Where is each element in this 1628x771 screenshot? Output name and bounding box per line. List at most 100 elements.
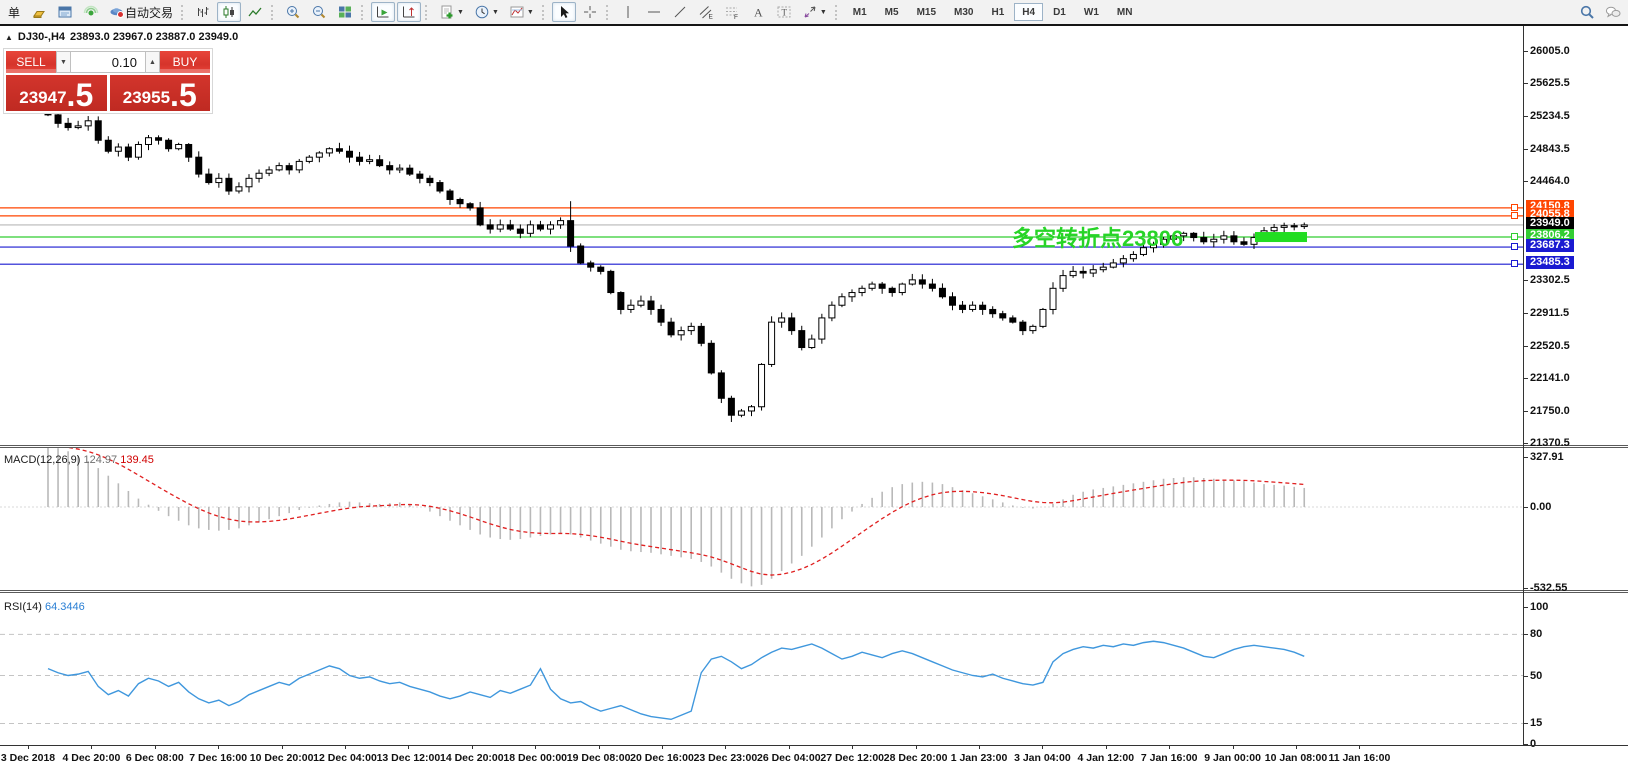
toolbar-group-new-objects: ▼ ▼ ▼ [434,0,539,24]
shift-icon [401,4,417,20]
candles-icon [221,4,237,20]
cursor-icon [556,4,572,20]
price-axis[interactable]: 26005.025625.525234.524843.524464.023302… [1524,26,1628,771]
trend-annotation-text[interactable]: 多空转折点23806 [1012,221,1183,253]
date-tick-label: 27 Dec 12:00 [820,752,884,764]
rsi-tick-label: 50 [1530,670,1542,682]
tile-windows-button[interactable] [333,2,357,22]
trendline-button[interactable] [668,2,692,22]
dropdown-arrow-icon[interactable]: ▼ [820,9,827,16]
tf-h1[interactable]: H1 [983,3,1012,21]
bar-chart-button[interactable] [191,2,215,22]
new-chart-button[interactable]: ▼ [435,2,468,22]
date-tick-mark [1233,746,1234,749]
price-tick-label: 22911.5 [1530,307,1569,319]
price-tick-label: 25234.5 [1530,110,1570,122]
templates-button[interactable]: ▼ [505,2,538,22]
volume-down-button[interactable]: ▼ [56,51,71,73]
toolbar-group-pointer [551,0,603,24]
toolbar-group-grip [361,5,365,20]
buy-price-box[interactable]: 23955.5 [110,75,211,111]
search-button[interactable] [1575,2,1599,22]
price-tick-label: 22520.5 [1530,340,1570,352]
rsi-pane[interactable]: RSI(14) 64.3446 [0,593,1523,745]
price-tick-mark [1524,181,1528,182]
search-icon [1579,4,1595,20]
autoscroll-icon [375,4,391,20]
new-order-button[interactable]: 单 [3,2,25,22]
volume-input[interactable] [71,51,145,73]
tf-w1[interactable]: W1 [1076,3,1107,21]
fibonacci-button[interactable]: F [720,2,744,22]
buy-button[interactable]: BUY [160,51,210,73]
price-tick-label: 24464.0 [1530,175,1570,187]
tf-m5[interactable]: M5 [877,3,907,21]
tf-m30[interactable]: M30 [946,3,981,21]
main-chart-pane[interactable]: ▲ DJ30-,H4 23893.0 23967.0 23887.0 23949… [0,26,1523,445]
periods-button[interactable]: ▼ [470,2,503,22]
tf-d1[interactable]: D1 [1045,3,1074,21]
line-chart-button[interactable] [243,2,267,22]
macd-tick-mark [1524,588,1528,589]
hat-icon [109,4,125,20]
equidistant-channel-button[interactable]: E [694,2,718,22]
vertical-line-button[interactable] [616,2,640,22]
date-tick-mark [218,746,219,749]
autoscroll-button[interactable] [371,2,395,22]
terminal-window-button[interactable] [53,2,77,22]
signals-button[interactable] [79,2,103,22]
rsi-label: RSI(14) 64.3446 [4,601,85,613]
dropdown-arrow-icon[interactable]: ▼ [457,9,464,16]
price-tick-mark [1524,411,1528,412]
date-tick-mark [725,746,726,749]
chat-icon [1605,4,1621,20]
dropdown-arrow-icon[interactable]: ▼ [527,9,534,16]
date-tick-label: 6 Dec 08:00 [126,752,184,764]
textlabel-icon: T [776,4,792,20]
horizontal-line-button[interactable] [642,2,666,22]
candlestick-chart-button[interactable] [217,2,241,22]
macd-pane[interactable]: MACD(12,26,9) 124.97 139.45 [0,448,1523,590]
signal-icon [83,4,99,20]
text-button[interactable]: A [746,2,770,22]
zoom-in-button[interactable] [281,2,305,22]
toolbar-group-zoom [280,0,358,24]
date-tick-label: 14 Dec 20:00 [440,752,504,764]
zoom-out-button[interactable] [307,2,331,22]
tf-h4[interactable]: H4 [1014,3,1043,21]
crosshair-button[interactable] [578,2,602,22]
arrows-button[interactable]: ▼ [798,2,831,22]
chat-button[interactable] [1601,2,1625,22]
tf-m15[interactable]: M15 [909,3,944,21]
dropdown-arrow-icon[interactable]: ▼ [492,9,499,16]
level-anchor-marker[interactable] [1511,212,1518,219]
chart-shift-button[interactable] [397,2,421,22]
tf-m1[interactable]: M1 [845,3,875,21]
sell-button[interactable]: SELL [6,51,56,73]
volume-up-button[interactable]: ▲ [145,51,160,73]
toolbar-group-grip [835,5,839,20]
level-anchor-marker[interactable] [1511,233,1518,240]
level-anchor-marker[interactable] [1511,260,1518,267]
level-anchor-marker[interactable] [1511,243,1518,250]
bars-icon [195,4,211,20]
collapse-arrow-icon[interactable]: ▲ [5,33,13,42]
text-label-button[interactable]: T [772,2,796,22]
buy-price: 23955 [123,89,170,106]
date-tick-mark [916,746,917,749]
level-anchor-marker[interactable] [1511,204,1518,211]
date-tick-label: 10 Jan 08:00 [1265,752,1327,764]
one-click-trading-panel: SELL ▼ ▲ BUY 23947.5 23955.5 [3,48,213,114]
svg-text:A: A [754,6,763,20]
autotrading-button[interactable]: 自动交易 [105,2,177,22]
date-tick-label: 18 Dec 00:00 [503,752,567,764]
tf-mn[interactable]: MN [1109,3,1141,21]
rsi-tick-label: 15 [1530,717,1542,729]
gold-icon-button[interactable] [27,2,51,22]
sell-price-box[interactable]: 23947.5 [6,75,107,111]
cursor-button[interactable] [552,2,576,22]
date-axis[interactable]: 3 Dec 20184 Dec 20:006 Dec 08:007 Dec 16… [0,745,1628,771]
macd-tick-mark [1524,507,1528,508]
macd-tick-label: -532.55 [1530,582,1567,594]
price-tick-mark [1524,83,1528,84]
